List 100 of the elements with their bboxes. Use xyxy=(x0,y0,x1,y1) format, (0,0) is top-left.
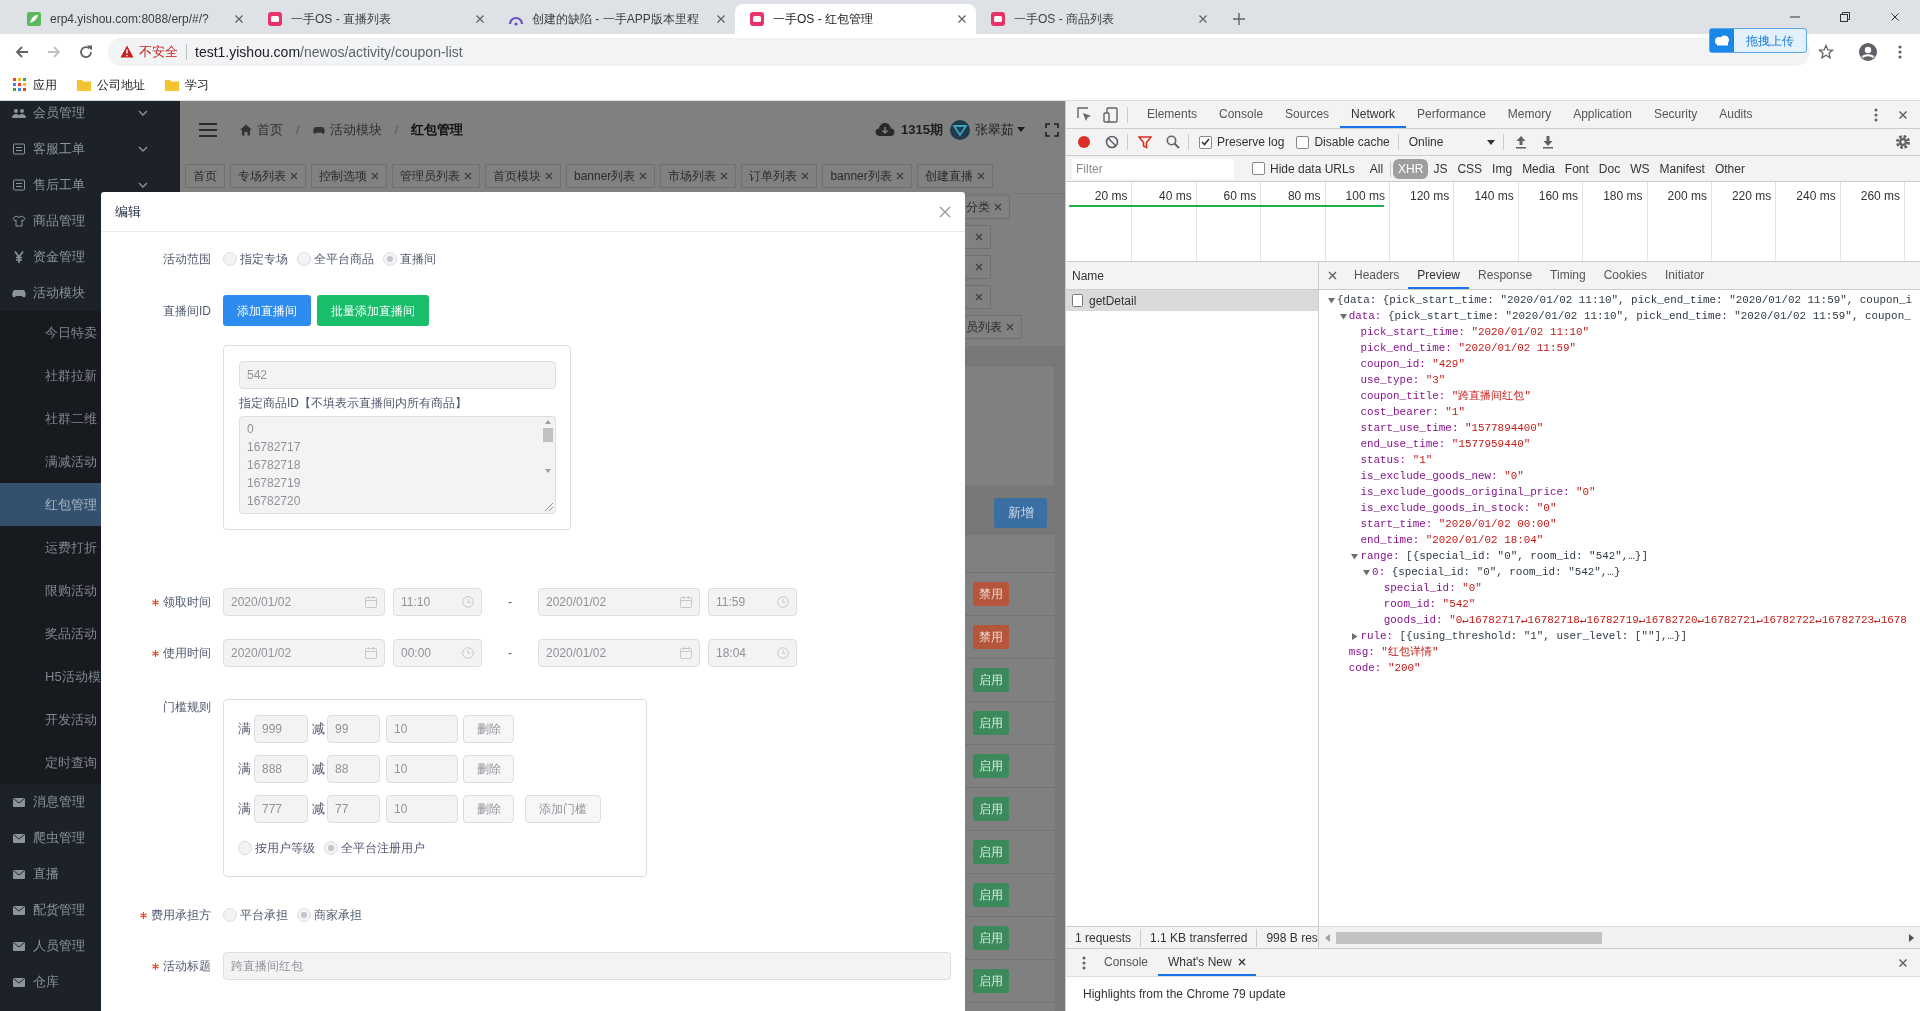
hamburger-icon[interactable] xyxy=(198,121,218,138)
radio-option[interactable]: 直播间 xyxy=(383,250,436,268)
user-menu[interactable]: 张翠茹 xyxy=(950,119,1025,140)
menu-item[interactable]: 客服工单 xyxy=(0,131,180,167)
reload-icon[interactable] xyxy=(78,43,94,60)
radio-button[interactable] xyxy=(324,841,338,855)
scroll-right-icon[interactable] xyxy=(1909,933,1914,942)
close-icon[interactable] xyxy=(1898,957,1908,968)
status-button[interactable]: 禁用 xyxy=(973,582,1009,606)
type-filter-button[interactable]: Font xyxy=(1559,158,1594,179)
input-field[interactable]: 777 xyxy=(254,795,308,823)
type-filter-button[interactable]: Manifest xyxy=(1654,158,1710,179)
star-icon[interactable] xyxy=(1818,43,1834,60)
radio-button[interactable] xyxy=(297,252,311,266)
input-field[interactable]: 77 xyxy=(327,795,380,823)
menu-item[interactable]: 爬虫管理 xyxy=(0,820,180,856)
close-icon[interactable] xyxy=(1890,12,1900,22)
browser-tab[interactable]: 一手OS - 红包管理 xyxy=(735,4,976,34)
tag[interactable]: 分类 xyxy=(965,195,1010,219)
detail-tab[interactable]: Response xyxy=(1469,262,1542,289)
date-field[interactable]: 2020/01/02 xyxy=(538,588,700,616)
status-button[interactable]: 启用 xyxy=(973,711,1009,735)
radio-button[interactable] xyxy=(223,908,237,922)
throttle-dropdown[interactable]: Online xyxy=(1408,133,1496,151)
radio-button[interactable] xyxy=(297,908,311,922)
time-field[interactable]: 00:00 xyxy=(393,639,482,667)
menu-item[interactable]: 会员管理 xyxy=(0,101,180,131)
close-icon[interactable] xyxy=(1328,271,1337,280)
inspect-icon[interactable] xyxy=(1077,106,1093,123)
detail-tab[interactable]: Timing xyxy=(1541,262,1595,289)
tag[interactable]: 订单列表 xyxy=(741,163,818,188)
request-row[interactable]: getDetail xyxy=(1066,290,1318,311)
more-icon[interactable] xyxy=(1082,955,1086,970)
not-secure-label[interactable]: 不安全 xyxy=(120,41,178,62)
drawer-tab[interactable]: Console xyxy=(1094,949,1159,976)
device-icon[interactable] xyxy=(1103,106,1119,123)
radio-option[interactable]: 指定专场 xyxy=(223,250,288,268)
tag[interactable]: 首页模块 xyxy=(485,163,561,188)
menu-item[interactable]: 售后工单 xyxy=(0,167,180,203)
clear-icon[interactable] xyxy=(1105,135,1119,149)
tag[interactable]: 首页 xyxy=(185,163,225,188)
date-field[interactable]: 2020/01/02 xyxy=(223,639,385,667)
checkbox[interactable] xyxy=(1296,135,1310,149)
checkbox-option[interactable]: Disable cache xyxy=(1296,133,1390,151)
status-button[interactable]: 启用 xyxy=(973,840,1009,864)
tag[interactable]: banner列表 xyxy=(822,163,912,188)
filter-icon[interactable] xyxy=(1138,135,1152,149)
add-threshold-button[interactable]: 添加门槛 xyxy=(525,795,601,823)
close-icon[interactable] xyxy=(1898,109,1908,120)
input-field[interactable]: 10 xyxy=(386,715,458,743)
menu-icon[interactable] xyxy=(1898,43,1902,60)
back-icon[interactable] xyxy=(14,43,30,60)
panel-tab[interactable]: Security xyxy=(1642,101,1709,128)
search-icon[interactable] xyxy=(1166,135,1180,149)
radio-button[interactable] xyxy=(238,841,252,855)
checkbox[interactable] xyxy=(1252,162,1265,175)
browser-tab[interactable]: 一手OS - 直播列表 xyxy=(253,4,494,34)
menu-item[interactable]: 直播 xyxy=(0,856,180,892)
type-filter-button[interactable]: WS xyxy=(1625,158,1655,179)
status-button[interactable]: 启用 xyxy=(973,969,1009,993)
browser-tab[interactable]: 创建的缺陷 - 一手APP版本里程 xyxy=(494,4,735,34)
expanded-triangle-icon[interactable] xyxy=(1351,552,1359,560)
filter-field[interactable]: Filter xyxy=(1072,158,1234,179)
tag[interactable]: 管理员列表 xyxy=(392,163,480,188)
radio-button[interactable] xyxy=(383,252,397,266)
radio-button[interactable] xyxy=(223,252,237,266)
breadcrumb-link[interactable]: 首页 xyxy=(240,119,283,140)
close-icon[interactable] xyxy=(957,14,967,24)
checkbox-option[interactable]: Preserve log xyxy=(1199,133,1285,151)
more-icon[interactable] xyxy=(1874,107,1878,122)
type-filter-button[interactable]: JS xyxy=(1428,158,1453,179)
status-button[interactable]: 启用 xyxy=(973,754,1009,778)
checkbox-option[interactable]: Hide data URLs xyxy=(1252,159,1355,178)
type-filter-button[interactable]: CSS xyxy=(1452,158,1488,179)
status-button[interactable]: 禁用 xyxy=(973,625,1009,649)
add-button[interactable]: 新增 xyxy=(994,498,1047,528)
browser-tab[interactable]: 一手OS - 商品列表 xyxy=(976,4,1217,34)
bookmark[interactable]: 应用 xyxy=(12,75,57,94)
add-room-button[interactable]: 添加直播间 xyxy=(223,295,311,326)
detail-tab[interactable]: Initiator xyxy=(1656,262,1714,289)
status-button[interactable]: 启用 xyxy=(973,668,1009,692)
scroll-left-icon[interactable] xyxy=(1325,933,1330,942)
bookmark[interactable]: 公司地址 xyxy=(77,75,145,94)
detail-tab[interactable]: Headers xyxy=(1345,262,1409,289)
upload-button[interactable]: 拖拽上传 xyxy=(1709,28,1807,53)
type-filter-button[interactable]: XHR xyxy=(1393,158,1429,179)
fullscreen-icon[interactable] xyxy=(1045,122,1059,137)
type-filter-button[interactable]: Doc xyxy=(1593,158,1626,179)
input-field[interactable]: 888 xyxy=(254,755,308,783)
panel-tab[interactable]: Application xyxy=(1562,101,1643,128)
profile-icon[interactable] xyxy=(1858,41,1878,62)
breadcrumb-link[interactable]: 活动模块 xyxy=(312,119,382,140)
menu-item[interactable]: 消息管理 xyxy=(0,784,180,820)
record-icon[interactable] xyxy=(1077,135,1091,149)
time-field[interactable]: 11:59 xyxy=(708,588,797,616)
tag[interactable]: 专场列表 xyxy=(230,163,306,188)
status-button[interactable]: 启用 xyxy=(973,797,1009,821)
date-field[interactable]: 2020/01/02 xyxy=(538,639,700,667)
type-filter-button[interactable]: Other xyxy=(1709,158,1750,179)
type-filter-button[interactable]: Media xyxy=(1517,158,1560,179)
